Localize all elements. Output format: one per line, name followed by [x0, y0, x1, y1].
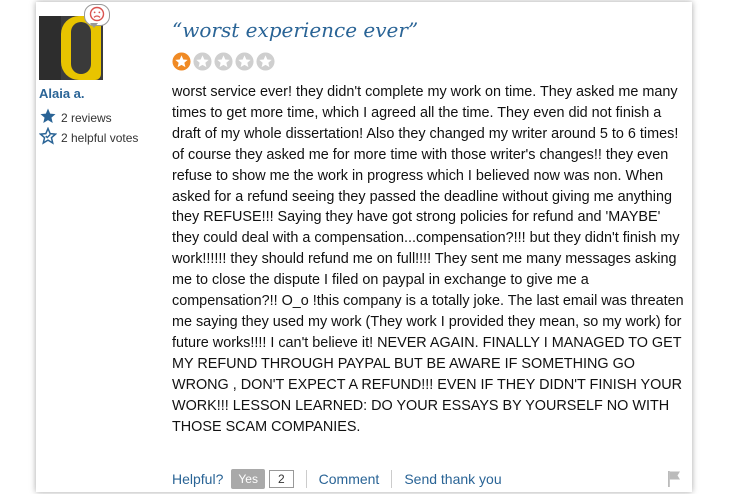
- badge-pointer: [90, 23, 98, 28]
- reviewer-name[interactable]: Alaia a.: [39, 86, 85, 101]
- star-rating: [172, 52, 275, 71]
- star-icon: [39, 107, 57, 128]
- reviews-count: 2 reviews: [39, 107, 112, 128]
- reviews-count-label: 2 reviews: [61, 110, 112, 125]
- helpful-yes-button[interactable]: Yes: [231, 469, 265, 489]
- review-text: worst service ever! they didn't complete…: [172, 84, 684, 435]
- star-empty-icon: [256, 52, 275, 71]
- helpful-yes-count: 2: [268, 470, 294, 488]
- star-filled-icon: [172, 52, 191, 71]
- helpful-label: Helpful?: [172, 471, 224, 487]
- star-empty-icon: [214, 52, 233, 71]
- comment-link[interactable]: Comment: [319, 471, 380, 487]
- review-footer: Helpful? Yes 2 Comment Send thank you: [172, 468, 502, 490]
- review-card: Alaia a. 2 reviews 2 helpful votes “wors…: [36, 2, 692, 492]
- review-title[interactable]: “worst experience ever”: [172, 18, 418, 42]
- send-thank-you-link[interactable]: Send thank you: [404, 471, 501, 487]
- divider: [305, 470, 307, 488]
- flag-icon[interactable]: [666, 470, 682, 493]
- divider: [391, 470, 393, 488]
- star-outline-icon: [38, 126, 58, 148]
- helpful-votes-count: 2 helpful votes: [38, 126, 139, 148]
- star-empty-icon: [235, 52, 254, 71]
- helpful-votes-label: 2 helpful votes: [61, 130, 139, 145]
- star-empty-icon: [193, 52, 212, 71]
